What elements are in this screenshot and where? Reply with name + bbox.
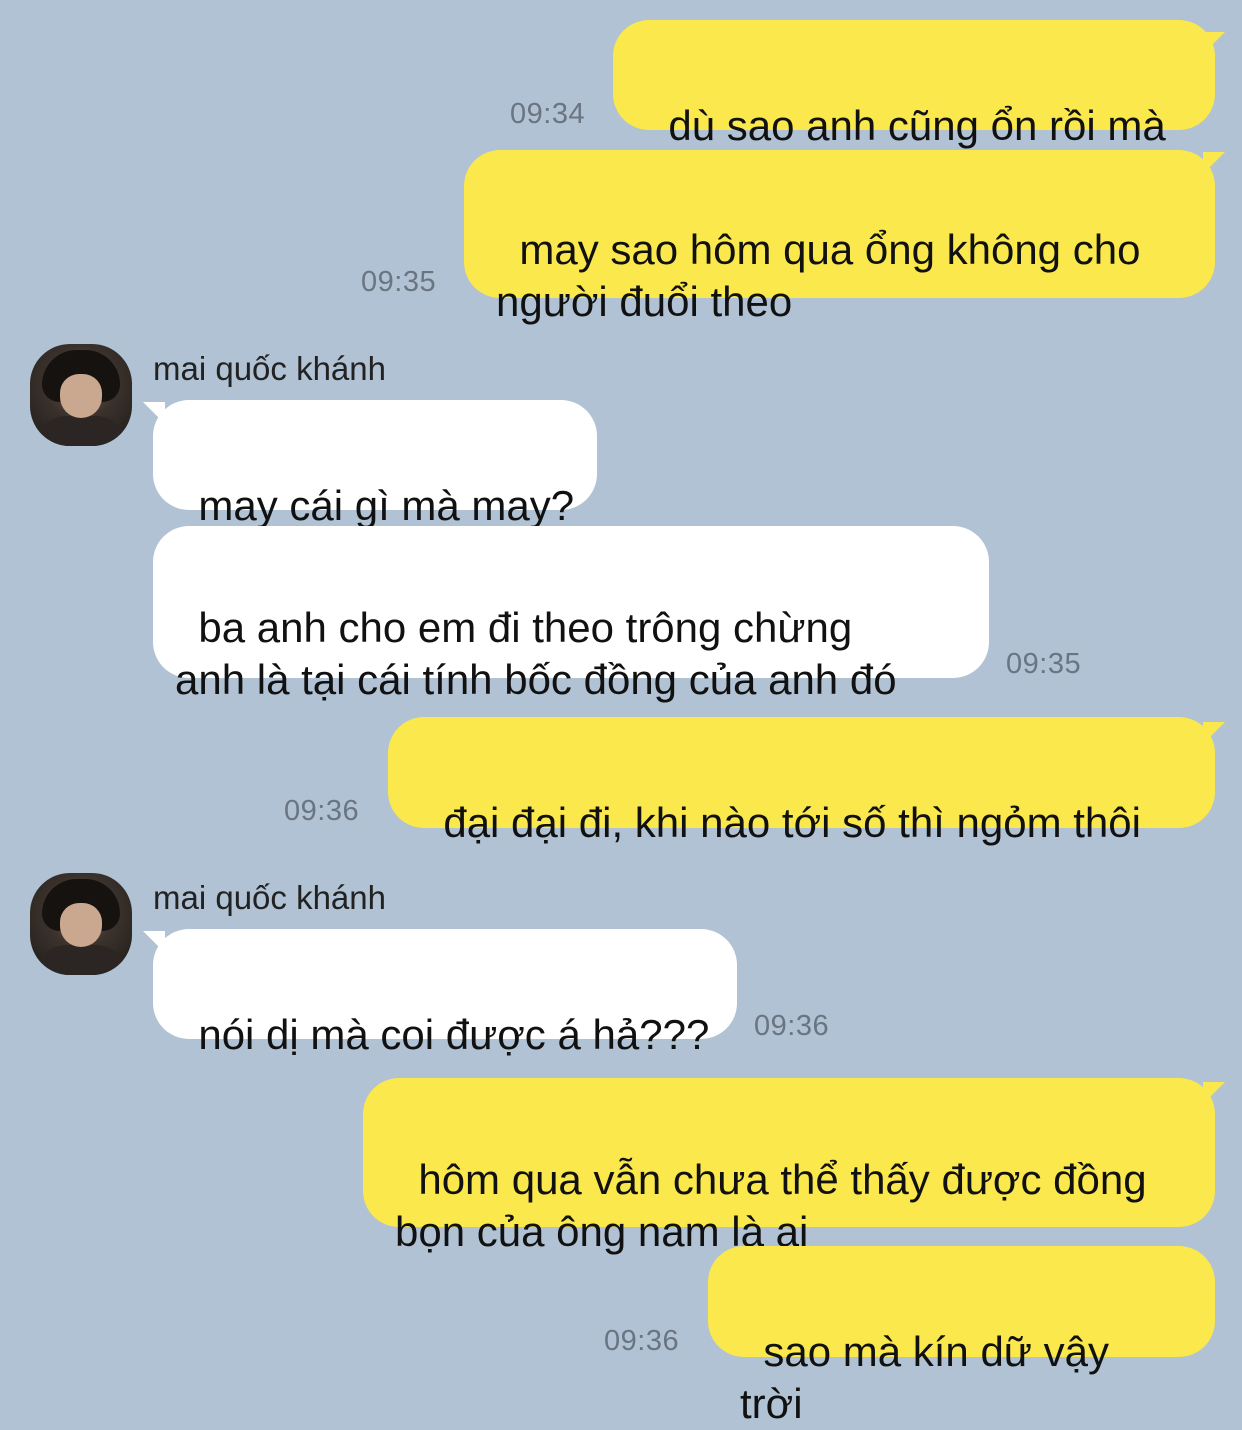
contact-avatar[interactable] [30,344,132,446]
message-bubble-incoming[interactable]: ba anh cho em đi theo trông chừng anh là… [153,526,989,703]
message-text: ba anh cho em đi theo trông chừng anh là… [175,604,897,703]
bubble-tail [1203,32,1225,54]
message-text: hôm qua vẫn chưa thể thấy được đồng bọn … [395,1156,1147,1255]
sender-name: mai quốc khánh [153,879,386,916]
message-text: nói dị mà coi được á hả??? [198,1011,710,1058]
bubble-tail [1203,152,1225,174]
message-timestamp: 09:36 [284,795,360,827]
message-timestamp: 09:36 [754,1010,830,1042]
message-timestamp: 09:36 [604,1325,680,1357]
message-bubble-incoming[interactable]: nói dị mà coi được á hả??? [153,929,737,1058]
bubble-tail [1203,722,1225,744]
bubble-tail [143,402,165,424]
message-timestamp: 09:34 [510,98,586,130]
message-bubble-outgoing[interactable]: đại đại đi, khi nào tới số thì ngỏm thôi [388,717,1215,846]
message-text: dù sao anh cũng ổn rồi mà [668,102,1166,149]
message-timestamp: 09:35 [361,266,437,298]
bubble-tail [1203,1082,1225,1104]
message-bubble-outgoing[interactable]: sao mà kín dữ vậy trời [708,1246,1215,1427]
message-text: may cái gì mà may? [198,482,575,529]
bubble-tail [143,931,165,953]
contact-avatar[interactable] [30,873,132,975]
message-bubble-outgoing[interactable]: hôm qua vẫn chưa thể thấy được đồng bọn … [363,1078,1215,1255]
message-text: đại đại đi, khi nào tới số thì ngỏm thôi [443,799,1141,846]
message-text: may sao hôm qua ổng không cho người đuổi… [496,226,1141,325]
message-bubble-outgoing[interactable]: dù sao anh cũng ổn rồi mà [613,20,1215,149]
sender-name: mai quốc khánh [153,350,386,387]
message-bubble-outgoing[interactable]: may sao hôm qua ổng không cho người đuổi… [464,150,1215,325]
message-text: sao mà kín dữ vậy trời [740,1328,1121,1427]
message-bubble-incoming[interactable]: may cái gì mà may? [153,400,597,529]
message-timestamp: 09:35 [1006,648,1082,680]
